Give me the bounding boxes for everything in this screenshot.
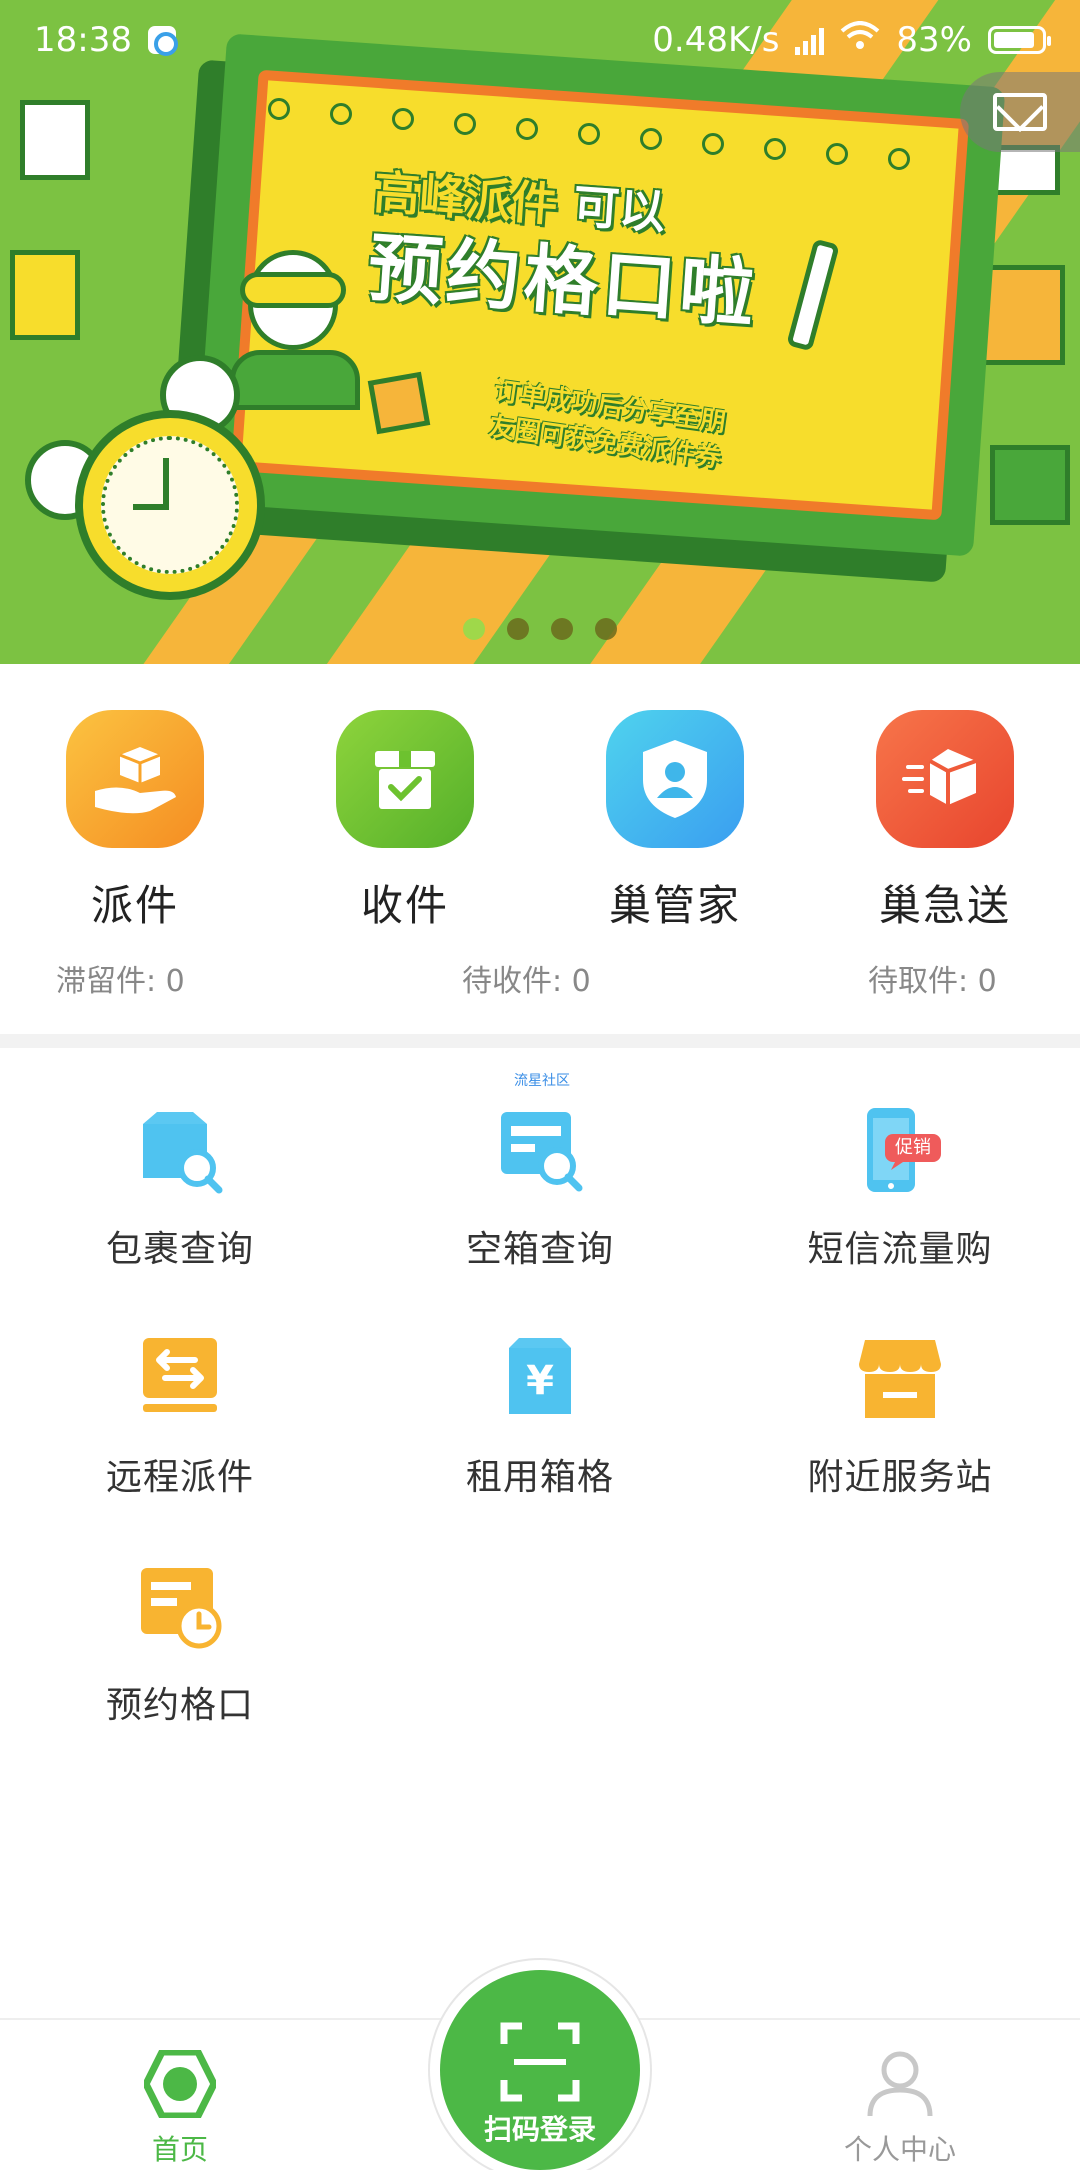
service-package-query[interactable]: 包裹查询 bbox=[0, 1106, 360, 1272]
quick-action-dispatch[interactable]: 派件 bbox=[35, 710, 235, 933]
store-icon bbox=[855, 1334, 945, 1424]
service-grid: 包裹查询 空箱查询 促销 短信流量购 远程派件 ¥ 租用箱格 附近服务站 预约格… bbox=[0, 1048, 1080, 2008]
page-dot[interactable] bbox=[551, 618, 573, 640]
nav-home-label: 首页 bbox=[151, 2133, 208, 2166]
quick-action-express[interactable]: 巢急送 bbox=[845, 710, 1045, 933]
service-label: 短信流量购 bbox=[807, 1229, 993, 1270]
to-pickup-count: 待取件: 0 bbox=[868, 964, 997, 999]
to-receive-count: 待收件: 0 bbox=[462, 964, 591, 999]
mail-icon bbox=[993, 93, 1047, 131]
scan-login-button[interactable]: 扫码登录 bbox=[440, 1970, 640, 2170]
service-label: 空箱查询 bbox=[465, 1229, 614, 1270]
nav-home[interactable]: 首页 bbox=[80, 2048, 280, 2168]
banner-pagination bbox=[0, 618, 1080, 642]
page-dot-active[interactable] bbox=[463, 618, 485, 640]
section-divider bbox=[0, 1034, 1080, 1048]
rent-box-icon: ¥ bbox=[495, 1334, 585, 1424]
nav-profile-label: 个人中心 bbox=[843, 2133, 956, 2166]
battery-percent: 83% bbox=[896, 20, 972, 60]
courier-illustration bbox=[230, 250, 360, 410]
service-label: 租用箱格 bbox=[465, 1457, 614, 1498]
service-sms-data-purchase[interactable]: 促销 短信流量购 bbox=[720, 1106, 1080, 1272]
service-label: 附近服务站 bbox=[807, 1457, 993, 1498]
remote-transfer-icon bbox=[135, 1334, 225, 1424]
banner-bulb bbox=[578, 123, 600, 145]
banner-bulb bbox=[454, 113, 476, 135]
status-time: 18:38 bbox=[34, 20, 132, 60]
quick-action-receive[interactable]: 收件 bbox=[305, 710, 505, 933]
service-label: 预约格口 bbox=[105, 1685, 254, 1726]
scan-frame-icon bbox=[500, 2022, 580, 2102]
banner-bulb bbox=[702, 133, 724, 155]
user-icon bbox=[867, 2051, 933, 2117]
shield-user-icon bbox=[606, 710, 744, 848]
headline-brand: 高峰派件 bbox=[371, 165, 560, 232]
battery-icon bbox=[988, 26, 1051, 54]
banner-bulb bbox=[764, 138, 786, 160]
service-label: 远程派件 bbox=[105, 1457, 254, 1498]
banner-bulb bbox=[268, 98, 290, 120]
service-label: 包裹查询 bbox=[105, 1229, 254, 1270]
service-rent-locker[interactable]: ¥ 租用箱格 bbox=[360, 1334, 720, 1500]
page-dot[interactable] bbox=[595, 618, 617, 640]
service-empty-locker-query[interactable]: 空箱查询 bbox=[360, 1106, 720, 1272]
home-hexagon-icon bbox=[142, 2048, 218, 2120]
decor-cube bbox=[990, 445, 1070, 525]
hand-package-icon bbox=[66, 710, 204, 848]
headline-rest: 可以 bbox=[571, 178, 668, 240]
service-reserve-slot[interactable]: 预约格口 bbox=[0, 1562, 360, 1728]
status-bar: 18:38 0.48K/s 83% bbox=[0, 0, 1080, 80]
banner-bulb bbox=[392, 108, 414, 130]
quick-actions: 派件 收件 巢管家 巢急送 滞留件: 0 待收件: 0 待取件: 0 bbox=[0, 664, 1080, 1034]
phone-promo-icon: 促销 bbox=[855, 1106, 945, 1196]
banner-bulb bbox=[888, 148, 910, 170]
decor-cube bbox=[20, 100, 90, 180]
message-button[interactable] bbox=[960, 72, 1080, 152]
banner-bulb bbox=[826, 143, 848, 165]
promo-banner[interactable]: 高峰派件 可以 预约格口啦 订单成功后分享至朋 友圈可获免费派件券 bbox=[0, 0, 1080, 664]
locker-search-icon bbox=[495, 1106, 585, 1196]
service-nearby-station[interactable]: 附近服务站 bbox=[720, 1334, 1080, 1500]
banner-bulb bbox=[516, 118, 538, 140]
quick-action-housekeeper[interactable]: 巢管家 bbox=[575, 710, 775, 933]
quick-action-label: 巢急送 bbox=[878, 881, 1011, 930]
decor-cube bbox=[10, 250, 80, 340]
banner-bulb bbox=[330, 103, 352, 125]
signal-icon bbox=[795, 25, 825, 55]
package-search-icon bbox=[135, 1106, 225, 1196]
currency-symbol: ¥ bbox=[526, 1358, 554, 1404]
reserve-clock-icon bbox=[135, 1562, 225, 1652]
service-remote-dispatch[interactable]: 远程派件 bbox=[0, 1334, 360, 1500]
fast-box-icon bbox=[876, 710, 1014, 848]
wifi-icon bbox=[840, 20, 880, 60]
banner-bulb bbox=[640, 128, 662, 150]
page-dot[interactable] bbox=[507, 618, 529, 640]
notification-app-icon bbox=[147, 26, 178, 56]
box-check-icon bbox=[336, 710, 474, 848]
package-illustration bbox=[367, 371, 431, 435]
quick-action-label: 巢管家 bbox=[608, 881, 741, 930]
stranded-count: 滞留件: 0 bbox=[56, 964, 185, 999]
alarm-clock-illustration bbox=[75, 410, 265, 600]
scan-login-label: 扫码登录 bbox=[483, 2113, 596, 2146]
quick-action-label: 派件 bbox=[90, 881, 179, 930]
quick-action-label: 收件 bbox=[360, 881, 449, 930]
network-speed: 0.48K/s bbox=[652, 20, 780, 60]
promo-badge: 促销 bbox=[895, 1137, 931, 1158]
nav-profile[interactable]: 个人中心 bbox=[800, 2050, 1000, 2168]
